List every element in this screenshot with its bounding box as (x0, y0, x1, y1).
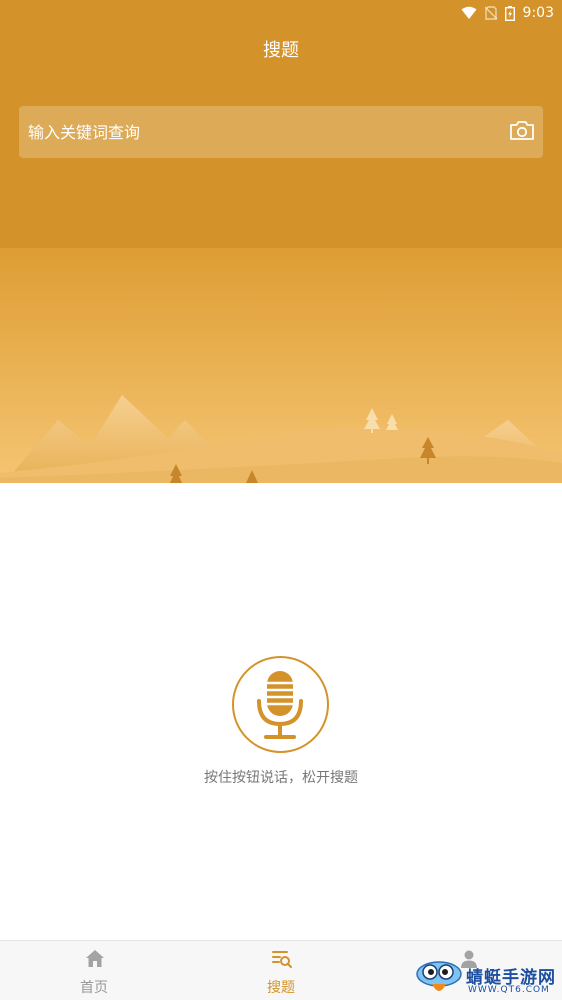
no-sim-icon (484, 6, 497, 20)
watermark-url: WWW.QT6.COM (468, 985, 550, 995)
tab-search[interactable]: 搜题 (211, 941, 351, 1000)
status-bar: 9:03 (0, 0, 562, 26)
home-icon (86, 950, 104, 967)
header: 搜题 (0, 26, 562, 248)
voice-search-button[interactable] (232, 656, 329, 753)
status-time: 9:03 (522, 5, 554, 21)
watermark: 蜻蜓手游网 WWW.QT6.COM (414, 958, 562, 1000)
page-title: 搜题 (263, 40, 299, 61)
camera-icon[interactable] (509, 118, 535, 144)
search-list-icon (272, 951, 292, 968)
voice-hint: 按住按钮说话，松开搜题 (204, 770, 358, 786)
search-box[interactable] (19, 106, 543, 158)
status-icons: 9:03 (461, 3, 554, 23)
tab-home[interactable]: 首页 (24, 941, 164, 1000)
dragonfly-logo-icon (416, 961, 462, 991)
tab-home-label: 首页 (80, 980, 108, 996)
microphone-icon (257, 671, 303, 739)
search-input[interactable] (28, 106, 488, 158)
tab-search-label: 搜题 (267, 980, 295, 996)
wifi-icon (461, 6, 477, 19)
battery-icon (504, 5, 515, 21)
landscape-illustration (0, 248, 562, 483)
